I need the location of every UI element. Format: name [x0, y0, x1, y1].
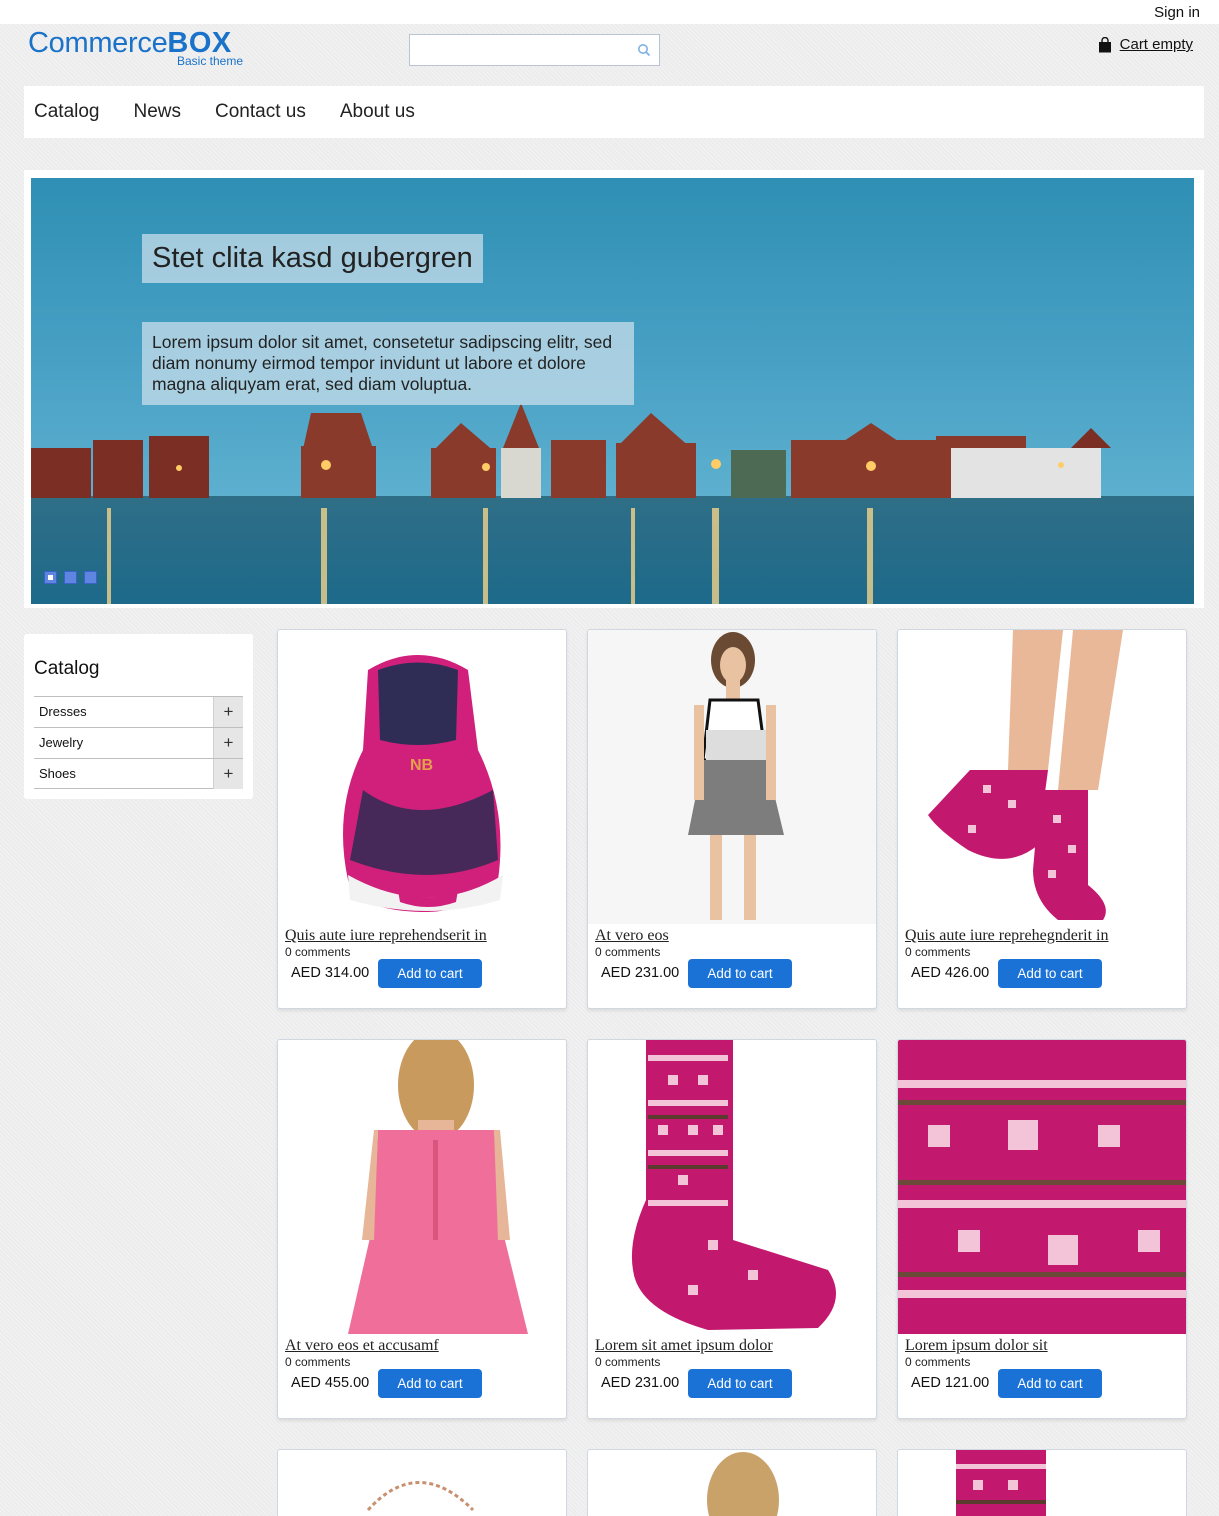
- slider-dot-3[interactable]: [84, 571, 97, 584]
- product-card: Lorem sit amet ipsum dolor 0 comments AE…: [587, 1039, 877, 1419]
- hero-slider-frame: Stet clita kasd gubergren Lorem ipsum do…: [24, 170, 1204, 608]
- product-title-link[interactable]: Lorem sit amet ipsum dolor: [595, 1337, 773, 1355]
- hero-slider[interactable]: Stet clita kasd gubergren Lorem ipsum do…: [31, 178, 1194, 604]
- product-card: At vero eos 0 comments AED 231.00 Add to…: [587, 629, 877, 1009]
- product-price: AED 455.00: [291, 1375, 370, 1391]
- search-icon[interactable]: [637, 43, 651, 57]
- product-image[interactable]: [588, 1040, 876, 1334]
- sidebar-title: Catalog: [34, 658, 100, 679]
- nav-item-about-us[interactable]: About us: [340, 101, 415, 123]
- top-bar: Sign in: [0, 0, 1219, 24]
- sidebar-item-shoes[interactable]: Shoes +: [34, 758, 243, 789]
- sidebar-item-dresses[interactable]: Dresses +: [34, 696, 243, 727]
- nav-item-catalog[interactable]: Catalog: [34, 101, 100, 123]
- pink-knit-closeup-image: [898, 1040, 1186, 1334]
- nav-item-news[interactable]: News: [134, 101, 182, 123]
- add-to-cart-button[interactable]: Add to cart: [998, 1369, 1102, 1398]
- product-price: AED 121.00: [911, 1375, 990, 1391]
- search-input[interactable]: [410, 35, 630, 65]
- sidebar-item-label: Dresses: [39, 704, 87, 719]
- product-comments: 0 comments: [905, 945, 971, 959]
- pink-dress-back-image: [348, 1040, 528, 1334]
- pink-socks-legs-image: [928, 630, 1123, 920]
- product-card: [587, 1449, 877, 1516]
- add-to-cart-button[interactable]: Add to cart: [378, 1369, 482, 1398]
- sidebar-item-jewelry[interactable]: Jewelry +: [34, 727, 243, 758]
- expand-icon[interactable]: +: [213, 697, 243, 727]
- product-card: Lorem ipsum dolor sit 0 comments AED 121…: [897, 1039, 1187, 1419]
- logo-text: Commerce: [28, 27, 168, 59]
- plaid-dress-model-image: [588, 630, 876, 924]
- expand-icon[interactable]: +: [213, 759, 243, 789]
- product-title-link[interactable]: Lorem ipsum dolor sit: [905, 1337, 1048, 1355]
- slide-title: Stet clita kasd gubergren: [142, 234, 483, 283]
- model-hair-image[interactable]: [588, 1450, 876, 1516]
- product-title-link[interactable]: Quis aute iure reprehendserit in: [285, 927, 487, 945]
- product-comments: 0 comments: [595, 945, 661, 959]
- product-price: AED 231.00: [601, 1375, 680, 1391]
- slider-dots: [44, 571, 97, 584]
- expand-icon[interactable]: +: [213, 728, 243, 758]
- sidebar-item-label: Jewelry: [39, 735, 84, 750]
- product-image[interactable]: NB: [278, 630, 566, 924]
- logo-subtitle: Basic theme: [177, 54, 244, 68]
- product-title-link[interactable]: At vero eos et accusamf: [285, 1337, 439, 1355]
- product-comments: 0 comments: [595, 1355, 661, 1369]
- add-to-cart-button[interactable]: Add to cart: [688, 959, 792, 988]
- pink-knit-sock-image: [631, 1040, 836, 1330]
- nav-item-contact-us[interactable]: Contact us: [215, 101, 306, 123]
- product-card: [897, 1449, 1187, 1516]
- product-card: NB Quis aute iure reprehendserit in 0 co…: [277, 629, 567, 1009]
- product-image[interactable]: [898, 1040, 1186, 1334]
- slide-text: Lorem ipsum dolor sit amet, consetetur s…: [142, 322, 634, 405]
- cart[interactable]: Cart empty: [1098, 36, 1193, 53]
- shopping-bag-icon: [1098, 36, 1111, 52]
- product-price: AED 314.00: [291, 965, 370, 981]
- sidebar-item-label: Shoes: [39, 766, 76, 781]
- slider-dot-2[interactable]: [64, 571, 77, 584]
- product-comments: 0 comments: [905, 1355, 971, 1369]
- product-card: At vero eos et accusamf 0 comments AED 4…: [277, 1039, 567, 1419]
- pink-sneaker-image: NB: [343, 655, 503, 912]
- product-comments: 0 comments: [285, 1355, 351, 1369]
- necklace-image[interactable]: [278, 1450, 566, 1516]
- product-title-link[interactable]: At vero eos: [595, 927, 669, 945]
- product-price: AED 426.00: [911, 965, 990, 981]
- product-card: [277, 1449, 567, 1516]
- add-to-cart-button[interactable]: Add to cart: [998, 959, 1102, 988]
- svg-text:NB: NB: [410, 757, 433, 774]
- product-image[interactable]: [898, 630, 1186, 924]
- product-card: Quis aute iure reprehegnderit in 0 comme…: [897, 629, 1187, 1009]
- catalog-sidebar: Catalog Dresses + Jewelry + Shoes +: [24, 634, 253, 799]
- sign-in-link[interactable]: Sign in: [1154, 4, 1200, 21]
- product-title-link[interactable]: Quis aute iure reprehegnderit in: [905, 927, 1108, 945]
- cart-label: Cart empty: [1119, 36, 1193, 53]
- product-image[interactable]: [278, 1040, 566, 1334]
- pink-sock-top-image[interactable]: [898, 1450, 1186, 1516]
- logo[interactable]: CommerceBOX Basic theme: [28, 27, 243, 68]
- search-box: [409, 34, 660, 66]
- add-to-cart-button[interactable]: Add to cart: [688, 1369, 792, 1398]
- product-comments: 0 comments: [285, 945, 351, 959]
- add-to-cart-button[interactable]: Add to cart: [378, 959, 482, 988]
- product-image[interactable]: [588, 630, 876, 924]
- main-nav: Catalog News Contact us About us: [24, 86, 1204, 138]
- product-price: AED 231.00: [601, 965, 680, 981]
- slider-dot-1[interactable]: [44, 571, 57, 584]
